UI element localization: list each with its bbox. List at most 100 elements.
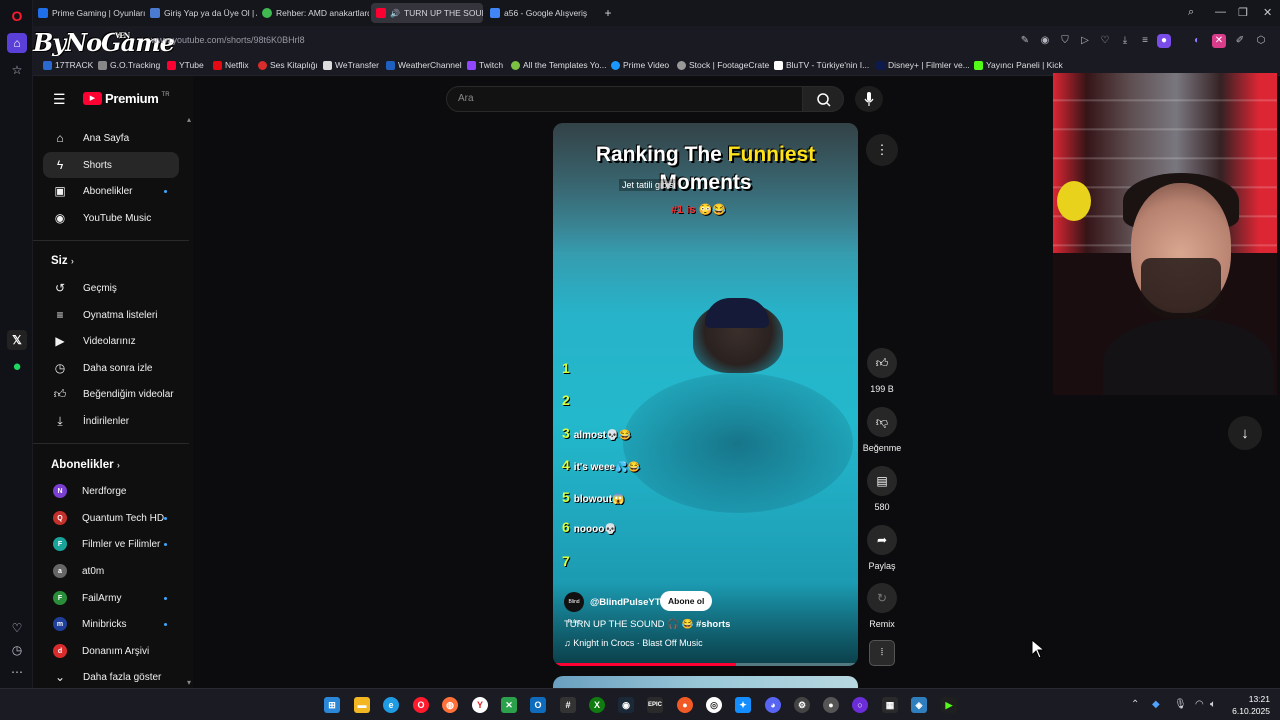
search-tabs-icon[interactable]: ⌕ [1188,6,1194,19]
volume-icon[interactable]: 🔈︎ [1210,699,1216,710]
channel-donanim-arsivi[interactable]: d Donanım Arşivi [43,638,179,664]
bookmark-item[interactable]: WeatherChannel [386,60,462,70]
steam-icon[interactable]: ◉ [618,697,634,713]
nav-home[interactable]: ⌂ Ana Sayfa [43,125,179,151]
home-icon[interactable]: ⌂ [7,33,27,53]
nav-subscriptions[interactable]: ▣ Abonelikler [43,178,179,204]
start-icon[interactable]: ⊞ [324,697,340,713]
nav-downloads[interactable]: ⤓ İndirilenler [43,408,179,434]
xbox-app-icon[interactable]: X [589,697,605,713]
nav-liked-videos[interactable]: 👍︎ Beğendiğim videolar [43,381,179,407]
more-icon[interactable]: ⋯ [7,662,27,682]
next-short-preview[interactable] [553,676,858,688]
heart-icon[interactable]: ♡ [7,618,27,638]
tab-login[interactable]: Giriş Yap ya da Üye Ol | Al... [145,3,257,23]
bookmark-item[interactable]: Yayıncı Paneli | Kick [974,60,1063,70]
star-icon[interactable]: ☆ [7,60,27,80]
bookmark-item[interactable]: All the Templates Yo... [511,60,606,70]
xbox-icon[interactable]: ✕ [501,697,517,713]
origin-icon[interactable]: ● [677,697,693,713]
nav-history[interactable]: ↺ Geçmiş [43,275,179,301]
short-video-player[interactable]: Ranking The Funniest Moments Jet tatili … [553,123,858,666]
bookmark-item[interactable]: Ses Kitaplığı [258,60,318,70]
tab-turn-up-the-sound[interactable]: 🔊TURN UP THE SOUND [371,3,483,23]
voice-search-button[interactable] [855,86,883,112]
scroll-down-icon[interactable]: ▾ [187,678,191,687]
channel-failarmy[interactable]: F FailArmy [43,585,179,611]
camera-icon[interactable]: ◉ [1038,34,1052,48]
channel-nerdforge[interactable]: N Nerdforge [43,478,179,504]
close-icon[interactable]: ✕ [1263,6,1272,19]
nav-your-videos[interactable]: ▶ Videolarınız [43,328,179,354]
bookmark-item[interactable]: YTube [167,60,204,70]
video-title[interactable]: TURN UP THE SOUND 🎧 😂 #shorts [564,619,730,630]
channel-minibricks[interactable]: m Minibricks [43,611,179,637]
bookmark-item[interactable]: Prime Video [611,60,669,70]
nav-shorts[interactable]: ϟ Shorts [43,152,179,178]
bookmark-item[interactable]: Stock | FootageCrate [677,60,769,70]
play-icon[interactable]: ▷ [1078,34,1092,48]
youtube-premium-logo[interactable]: ▶ Premium TR [83,91,170,106]
search-button[interactable] [802,86,844,112]
like-button[interactable]: 👍︎ 199 B [862,348,902,394]
taskbar-time[interactable]: 13:21 [1240,694,1270,704]
discord-icon[interactable]: ◕ [765,697,781,713]
remix-button[interactable]: ↻ Remix [862,583,902,629]
microphone-tray-icon[interactable]: 🎙︎ [1174,699,1187,710]
slack-icon[interactable]: # [560,697,576,713]
channel-filmler-ve-filimler[interactable]: F Filmler ve Filimler [43,531,179,557]
settings-gear-icon[interactable]: ⚙ [794,697,810,713]
comments-button[interactable]: ▤ 580 [862,466,902,512]
search-input[interactable]: Ara [446,86,803,112]
nav-youtube-music[interactable]: ◉ YouTube Music [43,205,179,231]
wifi-icon[interactable]: ◠ [1195,699,1204,710]
hashtag-link[interactable]: #shorts [696,619,730,630]
bookmark-item[interactable]: BluTV - Türkiye'nin I... [774,60,869,70]
maximize-icon[interactable]: ❐ [1238,6,1248,19]
taskbar-date[interactable]: 6.10.2025 [1226,706,1270,716]
bookmark-item[interactable]: G.O.Tracking [98,60,160,70]
edit-icon[interactable]: ✎ [1018,34,1032,48]
more-options-button[interactable]: ⋮ [866,134,898,166]
network-app-icon[interactable]: ◈ [911,697,927,713]
subscribe-button[interactable]: Abone ol [660,591,713,611]
edge-icon[interactable]: e [383,697,399,713]
subscriptions-section-title[interactable]: Abonelikler › [51,459,120,471]
opera-icon[interactable]: O [413,697,429,713]
firefox-icon[interactable]: ◍ [442,697,458,713]
share-button[interactable]: ➦ Paylaş [862,525,902,571]
eyedropper-icon[interactable]: ✐ [1233,34,1247,48]
channel-avatar[interactable]: Blind Pulse [564,592,584,625]
calculator-icon[interactable]: ▦ [882,697,898,713]
obs-icon[interactable]: ● [823,697,839,713]
heart-icon[interactable]: ♡ [1098,34,1112,48]
history-icon[interactable]: ◷ [7,640,27,660]
scroll-up-icon[interactable]: ▴ [187,115,191,124]
sound-thumbnail[interactable]: ⦙ [869,640,895,666]
bookmark-item[interactable]: WeTransfer [323,60,379,70]
download-icon[interactable]: ⤓ [1118,34,1132,48]
tray-chevron-icon[interactable]: ⌃ [1131,699,1139,710]
x-twitter-icon[interactable]: 𝕏 [7,330,27,350]
profile-icon[interactable]: ● [1157,34,1171,48]
opera-logo-icon[interactable]: O [7,6,27,26]
channel-at0m[interactable]: a at0m [43,558,179,584]
file-explorer-icon[interactable]: ▬ [354,697,370,713]
battle-net-icon[interactable]: ✦ [735,697,751,713]
bookmark-item[interactable]: 17TRACK [43,60,93,70]
settings-icon[interactable]: ⬡ [1254,34,1268,48]
hamburger-menu-icon[interactable]: ☰ [53,91,66,108]
tab-amd-guide[interactable]: Rehber: AMD anakartlarda... [257,3,369,23]
minimize-icon[interactable]: — [1215,6,1226,18]
ubisoft-icon[interactable]: ◎ [706,697,722,713]
bookmark-item[interactable]: Twitch [467,60,503,70]
app-icon[interactable]: ○ [852,697,868,713]
dislike-button[interactable]: 👎︎ Beğenme [862,407,902,453]
new-tab-button[interactable]: + [598,3,618,23]
channel-quantum-tech-hd[interactable]: Q Quantum Tech HD [43,505,179,531]
nav-playlists[interactable]: ≡ Oynatma listeleri [43,302,179,328]
show-more-button[interactable]: ⌄ Daha fazla göster [43,664,179,690]
aria-icon[interactable]: ◐ [1190,34,1204,48]
speaker-icon[interactable]: 🔊 [390,9,400,18]
video-progress-bar[interactable] [553,663,858,666]
